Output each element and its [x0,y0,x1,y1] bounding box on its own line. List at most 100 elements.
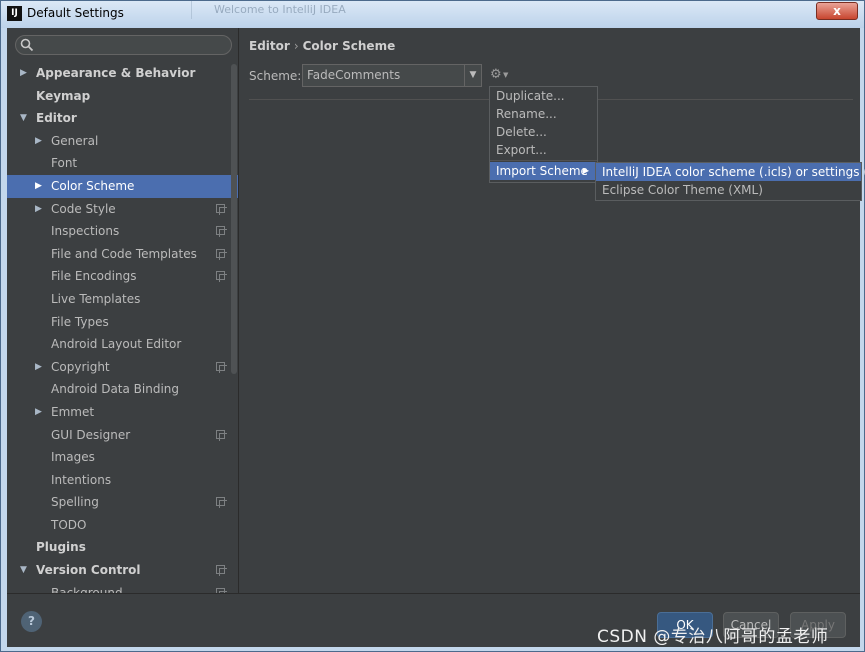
tree-item-label: Appearance & Behavior [36,66,196,80]
title-bar[interactable]: IJ Default Settings Welcome to IntelliJ … [1,1,864,28]
submenu-item-intellij[interactable]: IntelliJ IDEA color scheme (.icls) or se… [596,163,865,181]
tree-item-label: Emmet [51,404,95,419]
scheme-dropdown[interactable]: FadeComments ▼ [302,64,482,87]
tree-item[interactable]: Android Data Binding [7,378,238,401]
sidebar-scrollbar[interactable] [231,64,237,374]
background-window-title: Welcome to IntelliJ IDEA [191,1,611,19]
menu-item-rename[interactable]: Rename... [490,105,597,123]
dialog-body: ▶ Appearance & Behavior Keymap ▼ Editor ▶ Gene… [7,28,865,647]
tree-item[interactable]: Background [7,582,238,593]
tree-item[interactable]: ▶ Emmet [7,401,238,424]
tree-item-label: GUI Designer [51,427,131,442]
tree-item[interactable]: Inspections [7,220,238,243]
tree-item-label: Copyright [51,359,110,374]
expand-right-icon[interactable]: ▶ [35,401,45,424]
settings-tree: ▶ Appearance & Behavior Keymap ▼ Editor ▶ Gene… [7,62,238,593]
expand-right-icon[interactable]: ▶ [35,175,45,198]
help-button[interactable]: ? [21,611,42,632]
csdn-watermark: CSDN @专治八阿哥的孟老师 [597,627,829,647]
tree-item-label: File Types [51,314,109,329]
expand-down-icon[interactable]: ▼ [20,559,30,582]
tree-item[interactable]: Android Layout Editor [7,333,238,356]
expand-right-icon[interactable]: ▶ [35,356,45,379]
close-button[interactable]: x [816,2,858,20]
tree-item-label: File and Code Templates [51,246,197,261]
breadcrumb: Editor › Color Scheme [249,39,395,53]
tree-item-label: Code Style [51,201,116,216]
tree-item[interactable]: File Encodings [7,265,238,288]
tree-item-label: Images [51,450,95,465]
tree-item[interactable]: ▶ Copyright [7,356,238,379]
project-scope-icon [216,565,227,577]
search-input[interactable] [15,35,232,55]
settings-window: IJ Default Settings Welcome to IntelliJ … [0,0,865,652]
tree-item-label: Version Control [36,563,141,578]
project-scope-icon [216,361,227,373]
tree-item-label: Android Layout Editor [51,337,182,352]
tree-item-label: Font [51,156,78,171]
tree-item[interactable]: ▶ Color Scheme [7,174,238,198]
expand-right-icon[interactable]: ▶ [35,198,45,221]
tree-item-label: Editor [36,111,77,126]
tree-item[interactable]: ▶ Appearance & Behavior [7,62,238,85]
breadcrumb-parent[interactable]: Editor [249,39,290,53]
scheme-dropdown-value: FadeComments [307,68,401,82]
tree-item-label: Color Scheme [51,178,135,193]
scheme-label: Scheme: [249,69,302,83]
submenu-arrow-icon: ▶ [582,166,589,175]
tree-item[interactable]: ▼ Version Control [7,559,238,582]
tree-item[interactable]: Spelling [7,491,238,514]
intellij-logo-icon: IJ [7,6,22,21]
tree-item-label: Intentions [51,472,112,487]
tree-item[interactable]: TODO [7,514,238,537]
tree-item-label: Android Data Binding [51,382,180,397]
settings-sidebar: ▶ Appearance & Behavior Keymap ▼ Editor ▶ Gene… [7,28,239,593]
tree-item[interactable]: ▼ Editor [7,107,238,130]
tree-item-label: File Encodings [51,269,137,284]
tree-item[interactable]: File Types [7,311,238,334]
submenu-item-eclipse[interactable]: Eclipse Color Theme (XML) [596,181,861,199]
tree-item-label: Keymap [36,88,91,103]
gear-icon[interactable]: ⚙ [490,67,512,83]
caret-down-icon: ▼ [503,71,509,79]
menu-item-export[interactable]: Export... [490,141,597,159]
tree-item-label: TODO [51,517,87,532]
menu-item-import-scheme[interactable]: Import Scheme ▶ [490,162,597,180]
import-scheme-submenu: IntelliJ IDEA color scheme (.icls) or se… [595,162,865,201]
menu-item-delete[interactable]: Delete... [490,123,597,141]
dialog-footer: ? OK Cancel Apply CSDN @专治八阿哥的孟老师 [7,593,860,647]
project-scope-icon [216,226,227,238]
tree-item[interactable]: ▶ Code Style [7,198,238,221]
window-title: Default Settings [27,6,124,20]
search-icon [20,38,34,52]
tree-item-label: General [51,133,99,148]
tree-item[interactable]: Intentions [7,469,238,492]
breadcrumb-current: Color Scheme [302,39,396,53]
tree-item-label: Inspections [51,224,120,239]
menu-item-duplicate[interactable]: Duplicate... [490,87,597,105]
tree-item-label: Live Templates [51,291,141,306]
tree-item-label: Plugins [36,540,86,555]
expand-down-icon[interactable]: ▼ [20,107,30,130]
tree-item[interactable]: ▶ General [7,130,238,153]
menu-item-import-label: Import Scheme [496,164,588,178]
menu-separator [490,160,597,161]
tree-item[interactable]: Keymap [7,85,238,108]
tree-item[interactable]: GUI Designer [7,424,238,447]
tree-item[interactable]: Images [7,446,238,469]
tree-item[interactable]: Live Templates [7,288,238,311]
tree-item[interactable]: Font [7,152,238,175]
tree-item[interactable]: Plugins [7,536,238,559]
project-scope-icon [216,203,227,215]
tree-item-label: Spelling [51,495,99,510]
chevron-down-icon[interactable]: ▼ [464,65,481,86]
tree-item[interactable]: File and Code Templates [7,243,238,266]
project-scope-icon [216,248,227,260]
expand-right-icon[interactable]: ▶ [20,62,30,85]
project-scope-icon [216,271,227,283]
breadcrumb-separator: › [293,39,299,53]
project-scope-icon [216,429,227,441]
tree-item-label: Background [51,585,123,593]
scheme-actions-menu: Duplicate... Rename... Delete... Export.… [489,86,598,183]
expand-right-icon[interactable]: ▶ [35,130,45,153]
